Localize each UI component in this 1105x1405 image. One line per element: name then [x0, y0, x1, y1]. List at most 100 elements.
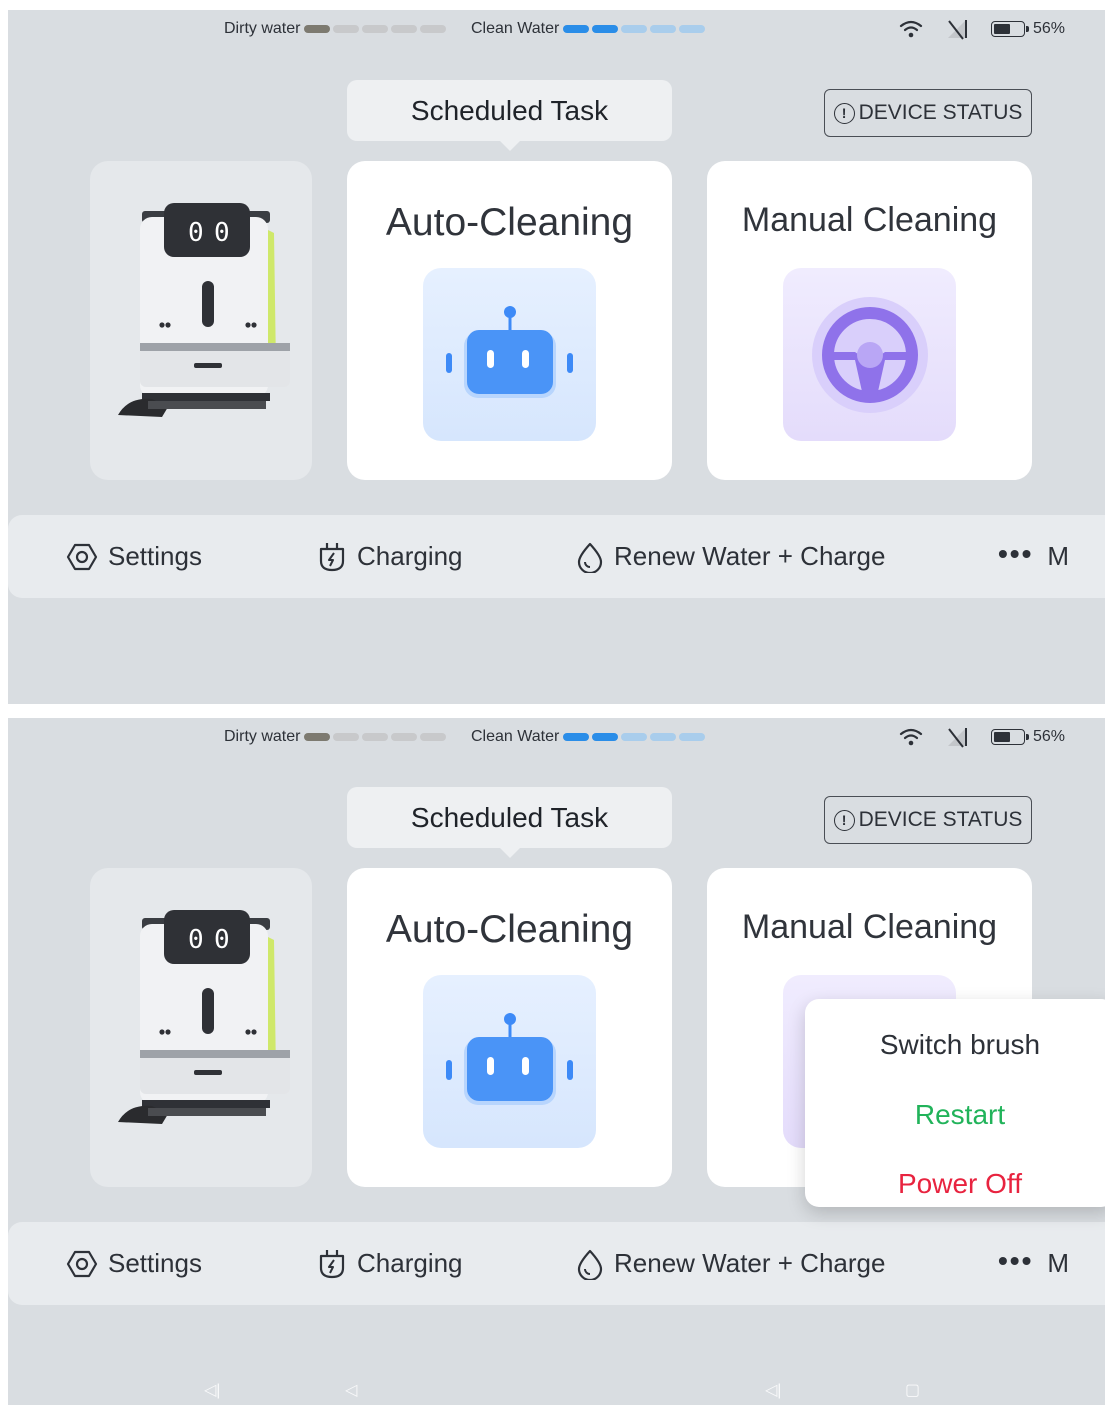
charging-label: Charging: [357, 1248, 463, 1278]
charging-button[interactable]: Charging: [317, 1222, 463, 1305]
screenshot-icon[interactable]: ▢: [905, 1380, 920, 1400]
back-icon[interactable]: ◁: [345, 1380, 357, 1400]
scheduled-task-button[interactable]: Scheduled Task: [347, 80, 672, 151]
clean-water-segment: [621, 25, 648, 33]
svg-text:0: 0: [188, 925, 204, 955]
home-screen: Dirty water Clean Water 56% Scheduled Ta…: [8, 10, 1105, 704]
system-icons: 56%: [899, 18, 1065, 40]
power-off-menu-item[interactable]: Power Off: [805, 1168, 1105, 1200]
robot-head-icon: [446, 1013, 573, 1105]
water-drop-icon: [577, 1249, 603, 1280]
manual-cleaning-tile: [783, 268, 956, 441]
battery-bolt-icon: [319, 542, 345, 571]
info-icon: !: [833, 809, 855, 831]
dirty-water-segment: [391, 25, 418, 33]
no-signal-icon: [947, 728, 967, 748]
device-status-button[interactable]: ! DEVICE STATUS: [824, 796, 1032, 844]
auto-cleaning-title: Auto-Cleaning: [385, 201, 634, 244]
dirty-water-segment: [333, 733, 360, 741]
battery-percent: 56%: [1032, 728, 1065, 745]
clean-water-segment: [563, 733, 590, 741]
robot-image: 0 0: [118, 910, 290, 1124]
dirty-water-segment: [391, 733, 418, 741]
clean-water-segment: [650, 733, 677, 741]
hexagon-settings-icon: [66, 1250, 98, 1277]
battery-icon: [990, 729, 1029, 745]
wifi-icon: [899, 728, 923, 746]
svg-text:0: 0: [214, 218, 230, 248]
ellipsis-icon: •••: [998, 1244, 1034, 1276]
auto-cleaning-tile: [423, 975, 596, 1148]
dirty-water-segment: [420, 25, 447, 33]
renew-water-charge-button[interactable]: Renew Water + Charge: [576, 1222, 885, 1305]
dirty-water-segment: [362, 733, 389, 741]
settings-label: Settings: [108, 541, 202, 571]
charging-button[interactable]: Charging: [317, 515, 463, 598]
restart-menu-item[interactable]: Restart: [805, 1099, 1105, 1131]
clean-water-indicator: Clean Water: [471, 728, 708, 746]
device-status-label: DEVICE STATUS: [858, 808, 1023, 831]
more-button[interactable]: ••• M: [998, 1222, 1069, 1305]
clean-water-segment: [621, 733, 648, 741]
dirty-water-segment: [333, 25, 360, 33]
dirty-water-segment: [304, 733, 331, 741]
settings-button[interactable]: Settings: [66, 1222, 202, 1305]
renew-water-charge-button[interactable]: Renew Water + Charge: [576, 515, 885, 598]
settings-button[interactable]: Settings: [66, 515, 202, 598]
device-status-button[interactable]: ! DEVICE STATUS: [824, 89, 1032, 137]
volume-up-icon[interactable]: ◁|: [765, 1380, 781, 1400]
renew-water-charge-label: Renew Water + Charge: [614, 541, 886, 571]
dirty-water-label: Dirty water: [224, 20, 301, 37]
more-menu-popup: Switch brush Restart Power Off: [805, 999, 1105, 1207]
manual-cleaning-title: Manual Cleaning: [741, 201, 998, 239]
home-screen-with-menu: Dirty water Clean Water 56% Scheduled Ta…: [8, 718, 1105, 1405]
device-status-label: DEVICE STATUS: [858, 101, 1023, 124]
auto-cleaning-card[interactable]: Auto-Cleaning: [347, 868, 672, 1187]
robot-preview-card: 0 0: [90, 161, 312, 480]
more-label: M: [1047, 1248, 1070, 1278]
more-button[interactable]: ••• M: [998, 515, 1069, 598]
bottom-nav-bar: Settings Charging Renew Water + Charge •…: [8, 515, 1105, 598]
more-label: M: [1047, 541, 1070, 571]
dirty-water-label: Dirty water: [224, 728, 301, 745]
dirty-water-segment: [304, 25, 331, 33]
ellipsis-icon: •••: [998, 537, 1034, 569]
info-icon: !: [833, 102, 855, 124]
dirty-water-indicator: Dirty water: [224, 728, 449, 746]
manual-cleaning-title: Manual Cleaning: [741, 908, 998, 946]
robot-head-icon: [446, 306, 573, 398]
status-bar: Dirty water Clean Water 56%: [8, 718, 1105, 762]
charging-label: Charging: [357, 541, 463, 571]
clean-water-segment: [592, 733, 619, 741]
system-nav-bar: ◁| ◁ ◁| ▢: [8, 1376, 1105, 1402]
status-bar: Dirty water Clean Water 56%: [8, 10, 1105, 54]
clean-water-level: [563, 728, 708, 746]
manual-cleaning-card[interactable]: Manual Cleaning: [707, 161, 1032, 480]
battery-fill: [993, 24, 1010, 34]
battery-bolt-icon: [319, 1249, 345, 1278]
dirty-water-indicator: Dirty water: [224, 20, 449, 38]
clean-water-segment: [592, 25, 619, 33]
dirty-water-segment: [420, 733, 447, 741]
switch-brush-menu-item[interactable]: Switch brush: [805, 1029, 1105, 1061]
robot-preview-card: 0 0: [90, 868, 312, 1187]
auto-cleaning-tile: [423, 268, 596, 441]
renew-water-charge-label: Renew Water + Charge: [614, 1248, 886, 1278]
robot-image: 0 0: [118, 203, 290, 417]
clean-water-segment: [563, 25, 590, 33]
volume-down-icon[interactable]: ◁|: [204, 1380, 220, 1400]
water-drop-icon: [577, 542, 603, 573]
scheduled-task-button[interactable]: Scheduled Task: [347, 787, 672, 858]
svg-text:0: 0: [188, 218, 204, 248]
clean-water-segment: [650, 25, 677, 33]
svg-text:0: 0: [214, 925, 230, 955]
clean-water-label: Clean Water: [471, 20, 560, 37]
wifi-icon: [899, 20, 923, 38]
clean-water-level: [563, 20, 708, 38]
dirty-water-level: [304, 728, 449, 746]
battery-icon: [990, 21, 1029, 37]
hexagon-settings-icon: [66, 543, 98, 570]
auto-cleaning-title: Auto-Cleaning: [385, 908, 634, 951]
auto-cleaning-card[interactable]: Auto-Cleaning: [347, 161, 672, 480]
bottom-nav-bar: Settings Charging Renew Water + Charge •…: [8, 1222, 1105, 1305]
